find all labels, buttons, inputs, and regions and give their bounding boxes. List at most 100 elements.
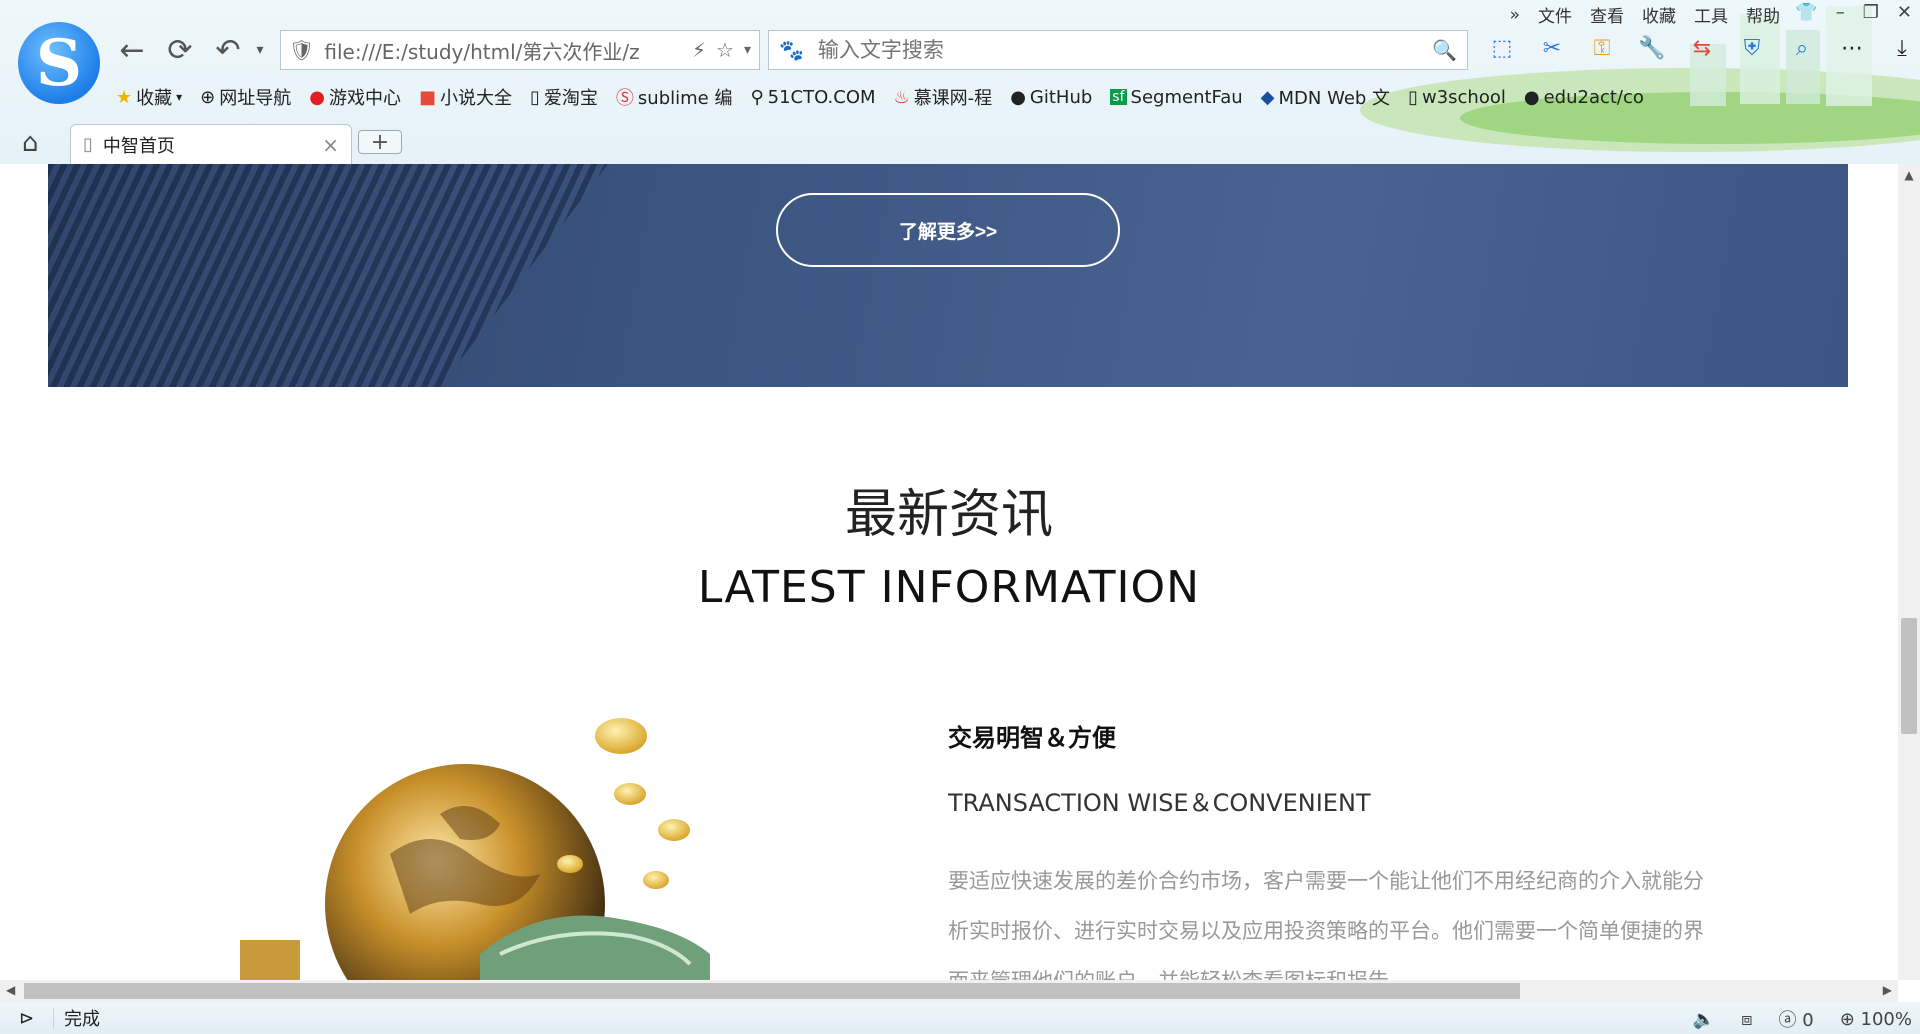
menu-help[interactable]: 帮助 — [1746, 2, 1780, 27]
toolbox-icon[interactable]: ⧈ — [1741, 1009, 1752, 1030]
sf-icon: sf — [1110, 89, 1127, 105]
menu-more-icon[interactable]: » — [1510, 5, 1520, 25]
screenshot-icon[interactable]: ⬚ — [1488, 34, 1516, 62]
bookmark-edu2act[interactable]: ● edu2act/co — [1524, 87, 1644, 108]
book-icon: ■ — [418, 86, 436, 108]
search-icon[interactable]: 🔍 — [1432, 38, 1457, 62]
shield-icon: 🛡 — [289, 38, 315, 62]
article-body: 要适应快速发展的差价合约市场，客户需要一个能让他们不用经纪商的介入就能分析实时报… — [948, 869, 1704, 980]
more-dots-icon[interactable]: ⋯ — [1838, 34, 1866, 62]
skin-icon[interactable]: 👕 — [1795, 2, 1817, 23]
tab-row: ⌂ ▯ 中智首页 × + — [0, 124, 1920, 164]
page-icon: ▯ — [530, 86, 540, 108]
page-icon: ▯ — [83, 134, 93, 155]
chevron-down-icon[interactable]: ▾ — [176, 90, 182, 104]
github-icon: ● — [1010, 86, 1026, 108]
game-icon: ● — [309, 86, 325, 108]
paw-icon: 🐾 — [779, 38, 804, 62]
news-section-subtitle: LATEST INFORMATION — [697, 562, 1201, 613]
browser-logo[interactable]: S — [18, 22, 100, 104]
news-article: 交易明智＆方便 TRANSACTION WISE＆CONVENIENT 要适应快… — [948, 718, 1708, 980]
menu-file[interactable]: 文件 — [1538, 2, 1572, 27]
bookmark-novels[interactable]: ■ 小说大全 — [419, 84, 512, 110]
menu-favorites[interactable]: 收藏 — [1642, 2, 1676, 27]
menu-view[interactable]: 查看 — [1590, 2, 1624, 27]
article-subtitle: TRANSACTION WISE＆CONVENIENT — [948, 789, 1371, 817]
browser-chrome: » 文件 查看 收藏 工具 帮助 👕 – ❐ ✕ S ← ⟳ ↶ ▾ 🛡 fil… — [0, 0, 1920, 164]
download-icon[interactable]: ⤓ — [1888, 34, 1916, 62]
lightning-icon[interactable]: ⚡ — [692, 38, 706, 62]
toolbar-extensions: ⬚ ✂ ⚿ 🔧 ⇆ ⛨ ⌕ ⋯ ⤓ — [1488, 34, 1916, 62]
window-controls: 👕 – ❐ ✕ — [1795, 2, 1912, 23]
status-text: 完成 — [64, 1009, 100, 1030]
star-icon[interactable]: ☆ — [716, 38, 734, 62]
sidebar-toggle-icon[interactable]: ⊳ — [0, 1007, 54, 1029]
vertical-scroll-thumb[interactable] — [1901, 618, 1917, 734]
menu-bar: » 文件 查看 收藏 工具 帮助 — [1510, 2, 1780, 28]
bookmark-imooc[interactable]: ♨ 慕课网-程 — [894, 84, 993, 110]
status-bar-right: 🔈 ⧈ ⓐ 0 ⊕ 100% — [1693, 1006, 1912, 1032]
scissors-icon[interactable]: ✂ — [1538, 34, 1566, 62]
vertical-scrollbar[interactable]: ▲ — [1898, 164, 1920, 980]
bookmark-sublime[interactable]: Ⓢsublime 编 — [616, 84, 733, 110]
chevron-down-icon[interactable]: ▾ — [744, 42, 751, 58]
close-icon[interactable]: × — [322, 133, 339, 157]
fire-icon: ♨ — [893, 86, 910, 108]
search-bar: 🐾 🔍 — [768, 30, 1468, 70]
scroll-right-icon[interactable]: ▶ — [1883, 983, 1892, 997]
zoom-icon: ⊕ — [1839, 1008, 1855, 1030]
key-icon[interactable]: ⚿ — [1588, 34, 1616, 62]
wrench-icon[interactable]: 🔧 — [1638, 34, 1666, 62]
address-url[interactable]: file:///E:/study/html/第六次作业/z — [324, 36, 682, 65]
horizontal-scrollbar[interactable]: ◀ ▶ — [0, 980, 1898, 1002]
bookmark-taobao[interactable]: ▯ 爱淘宝 — [530, 84, 598, 110]
github-icon: ● — [1523, 86, 1540, 108]
mdn-icon: ◆ — [1260, 86, 1275, 108]
speaker-icon[interactable]: 🔈 — [1693, 1009, 1715, 1030]
globe-icon: ⊕ — [200, 86, 216, 108]
bookmark-url-nav[interactable]: ⊕ 网址导航 — [200, 84, 291, 110]
bookmark-w3school[interactable]: ▯ w3school — [1408, 87, 1506, 108]
magnifier-icon[interactable]: ⌕ — [1788, 34, 1816, 62]
status-bar: ⊳ 完成 🔈 ⧈ ⓐ 0 ⊕ 100% — [0, 1002, 1920, 1034]
tab-title: 中智首页 — [102, 135, 175, 157]
refresh-icon[interactable]: ⟳ — [162, 32, 198, 68]
home-icon[interactable]: ⌂ — [22, 128, 39, 158]
link-icon: ⚲ — [750, 86, 764, 108]
bookmark-favorites[interactable]: ★ 收藏 ▾ — [116, 84, 182, 110]
security-shield-icon[interactable]: ⛨ — [1738, 34, 1766, 62]
bookmark-segmentfault[interactable]: sf SegmentFau — [1110, 87, 1243, 108]
undo-icon[interactable]: ↶ — [210, 32, 246, 68]
undo-dropdown-icon[interactable]: ▾ — [242, 32, 278, 68]
translate-icon[interactable]: ⇆ — [1688, 34, 1716, 62]
learn-more-button[interactable]: 了解更多>> — [776, 193, 1120, 267]
s-icon: Ⓢ — [615, 88, 634, 109]
search-input[interactable] — [817, 38, 1419, 62]
scroll-left-icon[interactable]: ◀ — [6, 983, 15, 997]
bookmarks-bar: ★ 收藏 ▾ ⊕ 网址导航 ● 游戏中心 ■ 小说大全 ▯ 爱淘宝 Ⓢsublime 编 ⚲… — [116, 84, 1644, 110]
bookmark-game-center[interactable]: ● 游戏中心 — [309, 84, 401, 110]
new-tab-button[interactable]: + — [358, 130, 402, 155]
address-bar[interactable]: 🛡 file:///E:/study/html/第六次作业/z ⚡ ☆ ▾ — [280, 30, 760, 70]
banner-building-image — [48, 164, 608, 387]
close-window-button[interactable]: ✕ — [1897, 2, 1912, 23]
bookmark-mdn[interactable]: ◆ MDN Web 文 — [1261, 84, 1390, 110]
article-title: 交易明智＆方便 — [948, 724, 1116, 752]
zoom-control[interactable]: ⊕ 100% — [1840, 1009, 1912, 1030]
minimize-button[interactable]: – — [1836, 2, 1845, 23]
bookmark-51cto[interactable]: ⚲ 51CTO.COM — [750, 87, 875, 108]
bookmark-github[interactable]: ● GitHub — [1010, 87, 1092, 108]
star-icon: ★ — [116, 86, 133, 108]
scroll-up-icon[interactable]: ▲ — [1898, 168, 1920, 182]
adblock-icon: ⓐ — [1778, 1010, 1797, 1031]
back-arrow-icon[interactable]: ← — [114, 32, 150, 68]
menu-tools[interactable]: 工具 — [1694, 2, 1728, 27]
adblock-counter[interactable]: ⓐ 0 — [1779, 1006, 1814, 1032]
restore-button[interactable]: ❐ — [1863, 2, 1879, 23]
horizontal-scroll-thumb[interactable] — [24, 983, 1520, 999]
page-icon: ▯ — [1408, 86, 1418, 108]
tab-active[interactable]: ▯ 中智首页 × — [70, 124, 352, 164]
globe-coins-image — [240, 718, 710, 980]
page-viewport: 了解更多>> 最新资讯 LATEST INFORMATION 交易明智＆方便 T… — [0, 164, 1898, 980]
hero-banner: 了解更多>> — [48, 164, 1848, 387]
